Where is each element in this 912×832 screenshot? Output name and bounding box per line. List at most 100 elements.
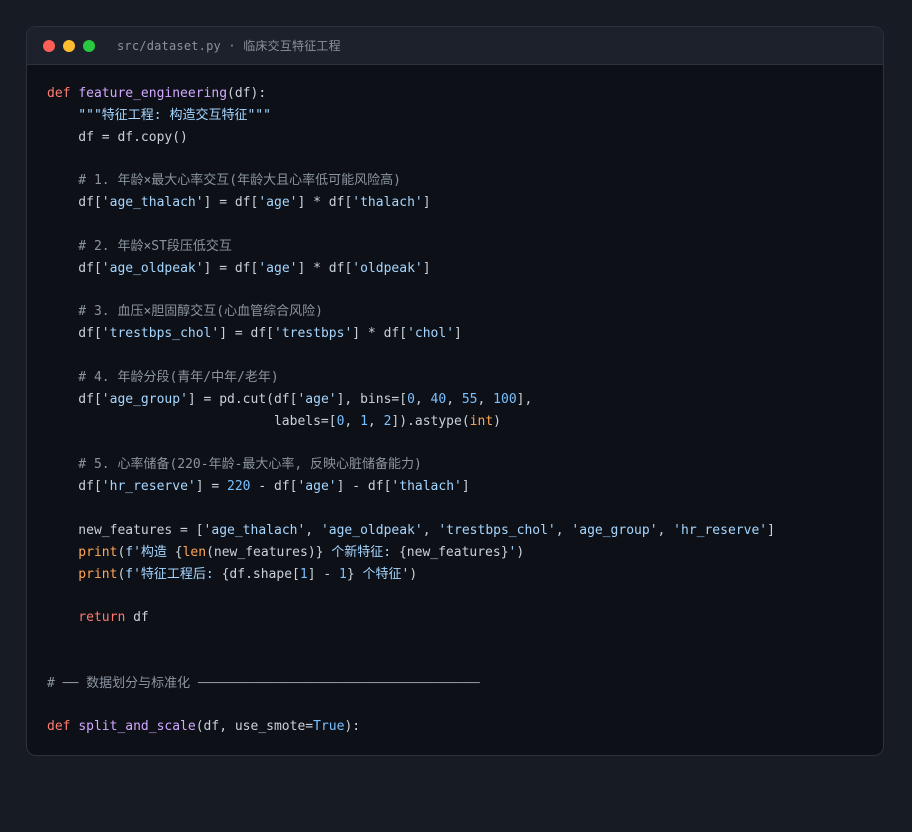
- minimize-button[interactable]: [63, 39, 75, 52]
- code-token: # 3. 血压×胆固醇交互(心血管综合风险): [47, 304, 323, 320]
- code-token: {: [174, 544, 183, 560]
- code-token: 'age': [297, 479, 337, 495]
- code-token: ] * df[: [297, 260, 353, 276]
- code-line: print(f'特征工程后: {df.shape[1] - 1} 个特征'): [47, 564, 873, 586]
- code-line: # 4. 年龄分段(青年/中年/老年): [47, 367, 873, 389]
- code-token: ,: [477, 391, 494, 407]
- code-token: {new_features}: [398, 544, 509, 560]
- code-token: ],: [516, 391, 533, 407]
- code-line: labels=[0, 1, 2]).astype(int): [47, 411, 873, 433]
- code-token: df[: [47, 260, 102, 276]
- code-token: # 4. 年龄分段(青年/中年/老年): [47, 369, 279, 385]
- code-token: ,: [657, 522, 674, 538]
- code-token: ]: [767, 522, 775, 538]
- code-token: (df, use_smote=: [195, 719, 314, 735]
- code-token: ,: [367, 413, 384, 429]
- code-token: ,: [344, 413, 361, 429]
- code-token: 220: [227, 479, 251, 495]
- code-line: # 1. 年龄×最大心率交互(年龄大且心率低可能风险高): [47, 170, 873, 192]
- code-token: 100: [493, 391, 517, 407]
- code-line: # 2. 年龄×ST段压低交互: [47, 236, 873, 258]
- code-line: df['age_thalach'] = df['age'] * df['thal…: [47, 192, 873, 214]
- code-line: df['hr_reserve'] = 220 - df['age'] - df[…: [47, 476, 873, 498]
- code-line: def feature_engineering(df):: [47, 83, 873, 105]
- code-token: ] = df[: [203, 195, 259, 211]
- code-token: labels=[: [47, 413, 337, 429]
- code-token: 'age': [297, 391, 337, 407]
- code-token: 'age_oldpeak': [320, 522, 423, 538]
- title-bar: src/dataset.py · 临床交互特征工程: [27, 27, 883, 65]
- code-token: df[: [47, 195, 102, 211]
- code-token: ] = df[: [219, 326, 274, 342]
- code-token: return: [47, 610, 126, 626]
- code-window: src/dataset.py · 临床交互特征工程 def feature_en…: [26, 26, 884, 756]
- code-token: df[: [47, 479, 102, 495]
- code-token: print: [47, 544, 118, 560]
- maximize-button[interactable]: [83, 39, 95, 52]
- code-token: ], bins=[: [336, 391, 408, 407]
- code-token: 'thalach': [391, 479, 462, 495]
- code-token: # ── 数据划分与标准化 ──────────────────────────…: [47, 675, 480, 691]
- window-title: src/dataset.py · 临床交互特征工程: [117, 39, 341, 53]
- code-token: 'trestbps_chol': [438, 522, 556, 538]
- code-token: 1: [299, 566, 308, 582]
- code-token: print: [47, 566, 118, 582]
- code-token: ,: [414, 391, 431, 407]
- code-token: df: [125, 610, 149, 626]
- code-editor[interactable]: def feature_engineering(df): """特征工程: 构造…: [47, 83, 873, 738]
- code-token: 个特征': [354, 566, 410, 582]
- code-token: ,: [555, 522, 572, 538]
- code-token: ,: [422, 522, 439, 538]
- code-line: new_features = ['age_thalach', 'age_oldp…: [47, 520, 873, 542]
- code-token: ]: [422, 195, 431, 211]
- code-line: # 5. 心率储备(220-年龄-最大心率, 反映心脏储备能力): [47, 454, 873, 476]
- code-token: new_features = [: [47, 522, 204, 538]
- code-token: feature_engineering: [78, 86, 228, 101]
- code-token: ): [516, 544, 525, 560]
- code-line: df['age_group'] = pd.cut(df['age'], bins…: [47, 389, 873, 411]
- code-token: ] * df[: [352, 326, 408, 342]
- code-token: ): [493, 413, 501, 429]
- code-line: print(f'构造 {len(new_features)} 个新特征: {ne…: [47, 542, 873, 564]
- code-line: # ── 数据划分与标准化 ──────────────────────────…: [47, 673, 873, 695]
- code-token: # 1. 年龄×最大心率交互(年龄大且心率低可能风险高): [47, 173, 401, 189]
- code-token: ): [409, 566, 418, 582]
- code-token: ,: [446, 391, 462, 407]
- code-token: 'age_group': [571, 522, 658, 538]
- code-line: def split_and_scale(df, use_smote=True):: [47, 716, 873, 738]
- code-token: f'构造: [125, 544, 175, 560]
- code-token: ]: [422, 260, 431, 276]
- code-token: ]: [454, 326, 462, 342]
- code-token: ] - df[: [336, 479, 392, 495]
- code-token: 'age': [258, 195, 298, 211]
- code-token: int: [469, 413, 494, 429]
- code-token: def: [47, 86, 79, 101]
- code-token: 'thalach': [352, 195, 423, 211]
- close-button[interactable]: [43, 39, 55, 52]
- code-line: df['trestbps_chol'] = df['trestbps'] * d…: [47, 323, 873, 345]
- code-token: 1: [339, 566, 347, 582]
- code-token: ] -: [307, 566, 340, 582]
- code-token: df = df.copy(): [47, 129, 188, 145]
- code-token: }: [346, 566, 355, 582]
- code-token: 55: [461, 391, 478, 407]
- code-token: df[: [47, 326, 102, 342]
- code-line: return df: [47, 607, 873, 629]
- code-token: ] * df[: [297, 195, 353, 211]
- code-token: 1: [360, 413, 368, 429]
- code-token: 40: [430, 391, 447, 407]
- code-token: 'chol': [407, 326, 455, 342]
- code-token: len: [182, 544, 207, 560]
- code-line: df = df.copy(): [47, 127, 873, 149]
- code-token: ] = pd.cut(df[: [187, 391, 298, 407]
- code-token: ]).astype(: [391, 413, 470, 429]
- code-token: {df.shape[: [221, 566, 300, 582]
- code-token: ):: [344, 719, 361, 735]
